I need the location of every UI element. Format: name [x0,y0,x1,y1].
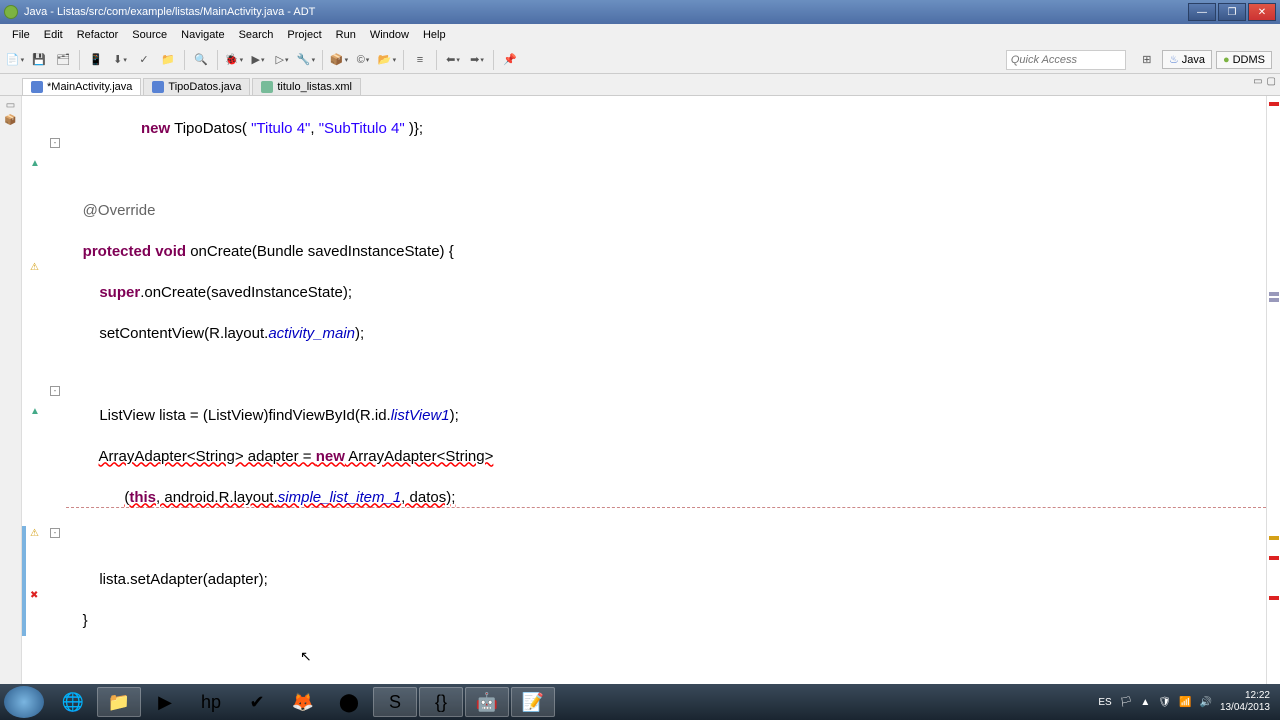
lint-button[interactable]: ✓ [133,49,155,71]
tray-volume-icon[interactable]: 🔊 [1199,697,1211,708]
ov-error[interactable] [1269,556,1279,560]
task-hp[interactable]: hp [189,687,233,717]
tray-lang[interactable]: ES [1098,697,1111,708]
overview-ruler[interactable] [1266,96,1280,684]
sdk-button[interactable]: ⬇ [109,49,131,71]
fold-bar: - - - [50,96,62,684]
tab-label: TipoDatos.java [168,81,241,93]
warning-marker[interactable]: ⚠ [30,528,42,540]
menu-source[interactable]: Source [126,27,173,43]
close-button[interactable]: ✕ [1248,3,1276,21]
menu-file[interactable]: File [6,27,36,43]
error-marker[interactable]: ✖ [30,590,42,602]
editor-tabs: *MainActivity.java TipoDatos.java titulo… [0,74,1280,96]
window-title: Java - Listas/src/com/example/listas/Mai… [24,6,1188,18]
tray-network-icon[interactable]: 📶 [1179,697,1191,708]
open-type-button[interactable]: 🔍 [190,49,212,71]
task-notepad[interactable]: 📝 [511,687,555,717]
task-explorer[interactable]: 📁 [97,687,141,717]
maximize-view-icon[interactable]: ▢ [1267,76,1276,87]
start-button[interactable] [4,686,44,718]
tab-label: titulo_listas.xml [277,81,352,93]
task-firefox[interactable]: 🦊 [281,687,325,717]
newfolder-button[interactable]: 📂 [376,49,398,71]
ov-error[interactable] [1269,596,1279,600]
avd-button[interactable]: 📱 [85,49,107,71]
minimize-button[interactable]: — [1188,3,1216,21]
tray-shield-icon[interactable]: 🛡 [1158,697,1171,708]
override-marker[interactable]: ▲ [30,158,42,170]
java-icon [152,81,164,93]
task-wmp[interactable]: ▶ [143,687,187,717]
ov-info[interactable] [1269,292,1279,296]
menu-project[interactable]: Project [281,27,327,43]
saveall-button[interactable]: 🗂 [52,49,74,71]
extern-button[interactable]: 🔧 [295,49,317,71]
code-editor[interactable]: new TipoDatos( "Titulo 4", "SubTitulo 4"… [62,96,1266,684]
menu-edit[interactable]: Edit [38,27,69,43]
menu-window[interactable]: Window [364,27,415,43]
taskbar: 🌐 📁 ▶ hp ✔ 🦊 ⬤ S {} 🤖 📝 ES 🏳 ▲ 🛡 📶 🔊 12:… [0,684,1280,720]
restore-icon[interactable]: ▭ [0,100,21,111]
task-ie[interactable]: 🌐 [51,687,95,717]
save-button[interactable]: 💾 [28,49,50,71]
debug-button[interactable]: 🐞 [223,49,245,71]
toggle-breadcrumb-button[interactable]: ≡ [409,49,431,71]
run-button[interactable]: ▶ [247,49,269,71]
java-icon [31,81,43,93]
system-tray[interactable]: ES 🏳 ▲ 🛡 📶 🔊 12:2213/04/2013 [1098,690,1276,714]
window-titlebar: Java - Listas/src/com/example/listas/Mai… [0,0,1280,24]
ov-info[interactable] [1269,298,1279,302]
newpackage-button[interactable]: 📦 [328,49,350,71]
tab-tipodatos[interactable]: TipoDatos.java [143,78,250,95]
menu-refactor[interactable]: Refactor [71,27,125,43]
open-perspective-button[interactable]: ⊞ [1136,49,1158,71]
left-trim: ▭ 📦 [0,96,22,684]
task-check[interactable]: ✔ [235,687,279,717]
newclass-button[interactable]: © [352,49,374,71]
tray-flag-icon[interactable]: 🏳 [1120,697,1133,708]
toolbar: 📄 💾 🗂 📱 ⬇ ✓ 📁 🔍 🐞 ▶ ▷ 🔧 📦 © 📂 ≡ ⬅ ➡ 📌 ⊞ … [0,46,1280,74]
tab-mainactivity[interactable]: *MainActivity.java [22,78,141,95]
task-eclipse[interactable]: {} [419,687,463,717]
perspective-ddms[interactable]: ●DDMS [1216,51,1272,69]
app-icon [4,5,18,19]
menu-run[interactable]: Run [330,27,362,43]
xml-icon [261,81,273,93]
marker-bar: ▲ ⚠ ▲ ⚠ ✖ [22,96,50,684]
pin-button[interactable]: 📌 [499,49,521,71]
override-marker[interactable]: ▲ [30,406,42,418]
fold-toggle[interactable]: - [50,386,60,396]
newproject-button[interactable]: 📁 [157,49,179,71]
tab-label: *MainActivity.java [47,81,132,93]
menu-search[interactable]: Search [233,27,280,43]
fold-toggle[interactable]: - [50,138,60,148]
back-button[interactable]: ⬅ [442,49,464,71]
change-marker [22,526,26,636]
ov-warn[interactable] [1269,536,1279,540]
perspective-java[interactable]: ♨Java [1162,50,1212,69]
runlast-button[interactable]: ▷ [271,49,293,71]
task-sublime[interactable]: S [373,687,417,717]
tray-up-icon[interactable]: ▲ [1140,697,1150,708]
menubar: File Edit Refactor Source Navigate Searc… [0,24,1280,46]
ov-error[interactable] [1269,102,1279,106]
menu-navigate[interactable]: Navigate [175,27,230,43]
new-button[interactable]: 📄 [4,49,26,71]
maximize-button[interactable]: ❐ [1218,3,1246,21]
tray-clock[interactable]: 12:2213/04/2013 [1220,690,1270,714]
menu-help[interactable]: Help [417,27,452,43]
fold-toggle[interactable]: - [50,528,60,538]
forward-button[interactable]: ➡ [466,49,488,71]
minimize-view-icon[interactable]: ▭ [1253,76,1262,87]
task-android[interactable]: 🤖 [465,687,509,717]
task-chrome[interactable]: ⬤ [327,687,371,717]
package-explorer-icon[interactable]: 📦 [0,115,21,126]
quick-access-input[interactable] [1006,50,1126,70]
warning-marker[interactable]: ⚠ [30,262,42,274]
tab-titulolistas[interactable]: titulo_listas.xml [252,78,361,95]
